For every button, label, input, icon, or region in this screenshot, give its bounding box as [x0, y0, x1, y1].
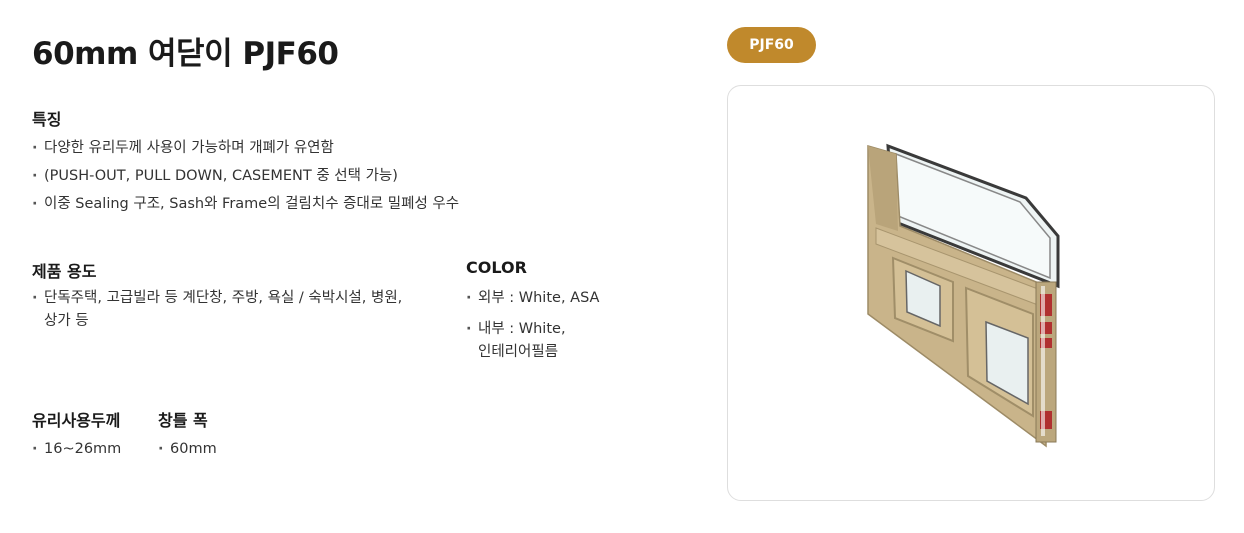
list-item-line: 외부 : White, ASA	[478, 290, 600, 306]
color-heading: COLOR	[466, 258, 527, 277]
frame-width-heading: 창틀 폭	[158, 411, 208, 430]
list-item: 외부 : White, ASA	[466, 287, 686, 310]
list-item: 이중 Sealing 구조, Sash와 Frame의 걸림치수 증대로 밀폐성…	[32, 190, 459, 218]
window-frame-icon	[867, 143, 1060, 448]
page-title: 60mm 여닫이 PJF60	[32, 36, 339, 72]
usage-heading: 제품 용도	[32, 262, 97, 281]
list-item-line: 단독주택, 고급빌라 등 계단창, 주방, 욕실 / 숙박시설, 병원,	[44, 290, 403, 306]
list-item: 60mm	[158, 435, 217, 463]
list-item: (PUSH-OUT, PULL DOWN, CASEMENT 중 선택 가능)	[32, 162, 459, 190]
list-item: 내부 : White, 인테리어필름	[466, 318, 686, 364]
product-image-frame	[727, 85, 1215, 501]
frame-width-list: 60mm	[158, 435, 217, 463]
profile-highlight	[1041, 286, 1045, 436]
list-item: 단독주택, 고급빌라 등 계단창, 주방, 욕실 / 숙박시설, 병원, 상가 …	[32, 287, 432, 333]
list-item-line: 인테리어필름	[478, 344, 559, 360]
color-list: 외부 : White, ASA 내부 : White, 인테리어필름	[466, 287, 686, 372]
glass-thickness-heading: 유리사용두께	[32, 411, 121, 430]
list-item: 다양한 유리두께 사용이 가능하며 개폐가 유연함	[32, 134, 459, 162]
glass-thickness-list: 16~26mm	[32, 435, 121, 463]
features-list: 다양한 유리두께 사용이 가능하며 개폐가 유연함 (PUSH-OUT, PUL…	[32, 134, 459, 218]
usage-list: 단독주택, 고급빌라 등 계단창, 주방, 욕실 / 숙박시설, 병원, 상가 …	[32, 287, 432, 341]
list-item: 16~26mm	[32, 435, 121, 463]
model-badge: PJF60	[727, 27, 816, 63]
features-heading: 특징	[32, 110, 62, 129]
list-item-line: 내부 : White,	[478, 321, 566, 337]
list-item-line: 상가 등	[44, 313, 89, 329]
